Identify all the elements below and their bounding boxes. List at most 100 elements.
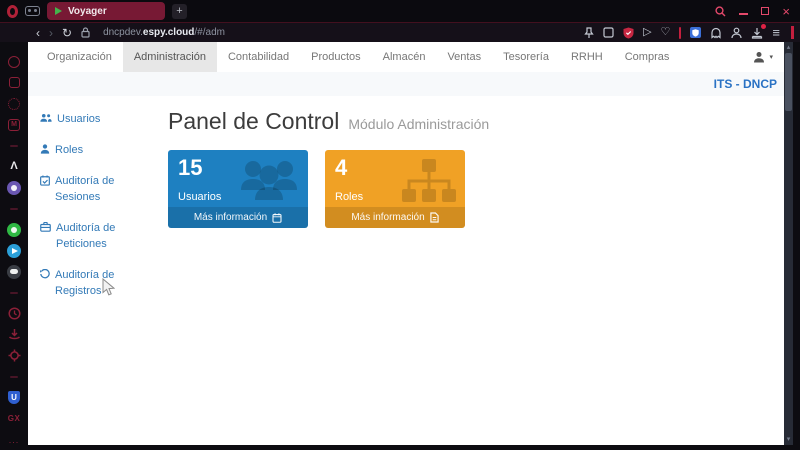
- profile-extension-icon[interactable]: [731, 27, 742, 39]
- page-subtitle: Módulo Administración: [348, 116, 489, 132]
- window-bottom-edge: [0, 445, 800, 450]
- search-icon[interactable]: [715, 6, 726, 17]
- sidebar-item-label: Auditoría de Peticiones: [56, 221, 142, 253]
- telegram-icon[interactable]: [7, 244, 21, 258]
- scroll-down-icon[interactable]: ▾: [787, 434, 791, 445]
- browser-tab[interactable]: Voyager: [47, 2, 165, 20]
- ghost-extension-icon[interactable]: [710, 27, 722, 39]
- calendar-icon: [272, 213, 282, 223]
- brand-text: ITS - DNCP: [714, 77, 777, 91]
- opera-gx-logo-icon: [7, 5, 18, 18]
- users-icon: [40, 113, 52, 123]
- nav-tab-productos[interactable]: Productos: [300, 42, 372, 72]
- card-roles-count: 4: [335, 155, 347, 181]
- url-subdomain: dncpdev.: [103, 27, 143, 38]
- sidebar-item-label: Usuarios: [57, 112, 100, 128]
- sidebar-item-roles[interactable]: Roles: [40, 143, 158, 159]
- aria-icon[interactable]: [8, 98, 20, 110]
- ublock-shield-icon[interactable]: U: [8, 391, 20, 404]
- app-navbar: Organización Administración Contabilidad…: [28, 42, 793, 72]
- install-icon[interactable]: [8, 328, 21, 341]
- nav-tab-rrhh[interactable]: RRHH: [560, 42, 614, 72]
- page-title: Panel de Control: [168, 108, 339, 135]
- heart-icon[interactable]: ♡: [661, 27, 671, 38]
- brand-row: ITS - DNCP: [28, 72, 793, 96]
- history-icon[interactable]: [8, 307, 21, 320]
- card-usuarios-label: Usuarios: [178, 191, 221, 203]
- briefcase-icon: [40, 222, 51, 232]
- chevron-down-icon: ▾: [769, 53, 773, 61]
- gx-sidebar-divider: [10, 292, 18, 294]
- file-icon: [430, 212, 439, 223]
- window-controls: ×: [715, 5, 800, 18]
- sidebar-setup-icon[interactable]: [25, 6, 40, 16]
- nav-tab-ventas[interactable]: Ventas: [436, 42, 492, 72]
- nav-tab-compras[interactable]: Compras: [614, 42, 681, 72]
- sidebar-item-auditoria-peticiones[interactable]: Auditoría de Peticiones: [40, 221, 158, 253]
- card-roles: 4 Roles Más información: [325, 150, 465, 228]
- discord-icon[interactable]: [7, 265, 21, 279]
- mods-icon[interactable]: M: [8, 119, 20, 131]
- url-text[interactable]: dncpdev.espy.cloud/#/adm: [103, 27, 225, 38]
- ublock-extension-icon[interactable]: [690, 27, 701, 38]
- tab-favicon-play-icon: [55, 7, 62, 15]
- app-icon[interactable]: Λ: [10, 161, 17, 172]
- gx-more-icon[interactable]: ...: [9, 435, 20, 445]
- gx-sidebar-divider: [10, 376, 18, 378]
- browser-tab-bar: Voyager + ×: [0, 0, 800, 22]
- nav-tab-contabilidad[interactable]: Contabilidad: [217, 42, 300, 72]
- window-right-edge: [793, 42, 800, 445]
- minimize-icon[interactable]: [739, 13, 748, 15]
- browser-toolbar: ‹ › ↻ dncpdev.espy.cloud/#/adm ▷ ♡ ≡: [0, 22, 800, 42]
- card-roles-more-link[interactable]: Más información: [325, 207, 465, 228]
- window-edge-accent: [791, 26, 794, 39]
- gx-label: GX: [8, 414, 21, 423]
- forward-icon[interactable]: ›: [49, 27, 53, 39]
- scrollbar-thumb[interactable]: [785, 53, 792, 111]
- gx-sidebar-divider: [10, 208, 18, 210]
- card-usuarios: 15 Usuarios Más información: [168, 150, 308, 228]
- viber-icon[interactable]: [7, 181, 21, 195]
- main-content: Panel de Control Módulo Administración 1…: [158, 106, 793, 300]
- download-badge: [761, 24, 766, 29]
- sidebar-item-auditoria-registros[interactable]: Auditoría de Registros: [40, 268, 158, 300]
- toolbar-separator: [679, 27, 681, 39]
- snapshot-icon[interactable]: [603, 27, 614, 38]
- download-icon[interactable]: [751, 27, 763, 39]
- settings-gear-icon[interactable]: [8, 349, 21, 362]
- close-icon[interactable]: ×: [782, 5, 790, 18]
- url-domain: espy.cloud: [143, 27, 195, 38]
- nav-tab-administracion[interactable]: Administración: [123, 42, 217, 72]
- scroll-up-icon[interactable]: ▴: [787, 42, 791, 53]
- lock-icon: [81, 27, 90, 38]
- pin-icon[interactable]: [584, 27, 594, 39]
- sidebar-item-auditoria-sesiones[interactable]: Auditoría de Sesiones: [40, 174, 158, 206]
- card-roles-label: Roles: [335, 191, 363, 203]
- nav-tab-organizacion[interactable]: Organización: [36, 42, 123, 72]
- toolbar-extensions: ▷ ♡ ≡: [584, 26, 794, 39]
- back-icon[interactable]: ‹: [36, 27, 40, 39]
- player-icon[interactable]: ▷: [643, 27, 651, 38]
- card-usuarios-more-link[interactable]: Más información: [168, 207, 308, 228]
- role-user-icon: [40, 144, 50, 154]
- page-scrollbar[interactable]: ▴ ▾: [784, 42, 793, 445]
- maximize-icon[interactable]: [761, 7, 769, 15]
- web-page: Organización Administración Contabilidad…: [28, 42, 793, 445]
- gx-sidebar-divider: [10, 145, 18, 147]
- app-side-menu: Usuarios Roles Auditoría de Sesiones Aud…: [28, 106, 158, 300]
- shield-icon[interactable]: [623, 27, 634, 39]
- nav-tab-almacen[interactable]: Almacén: [372, 42, 437, 72]
- sidebar-item-usuarios[interactable]: Usuarios: [40, 112, 158, 128]
- speed-dial-icon[interactable]: [8, 56, 20, 68]
- gx-corner-icon[interactable]: [9, 77, 20, 88]
- reload-icon[interactable]: ↻: [62, 27, 72, 39]
- card-usuarios-count: 15: [178, 155, 202, 181]
- whatsapp-icon[interactable]: [7, 223, 21, 237]
- sidebar-item-label: Auditoría de Registros: [55, 268, 142, 300]
- sidebar-item-label: Auditoría de Sesiones: [55, 174, 142, 206]
- new-tab-button[interactable]: +: [172, 4, 187, 19]
- url-path: /#/adm: [194, 27, 225, 38]
- user-account-icon: [753, 51, 765, 63]
- menu-icon[interactable]: ≡: [772, 26, 780, 39]
- nav-tab-tesoreria[interactable]: Tesorería: [492, 42, 560, 72]
